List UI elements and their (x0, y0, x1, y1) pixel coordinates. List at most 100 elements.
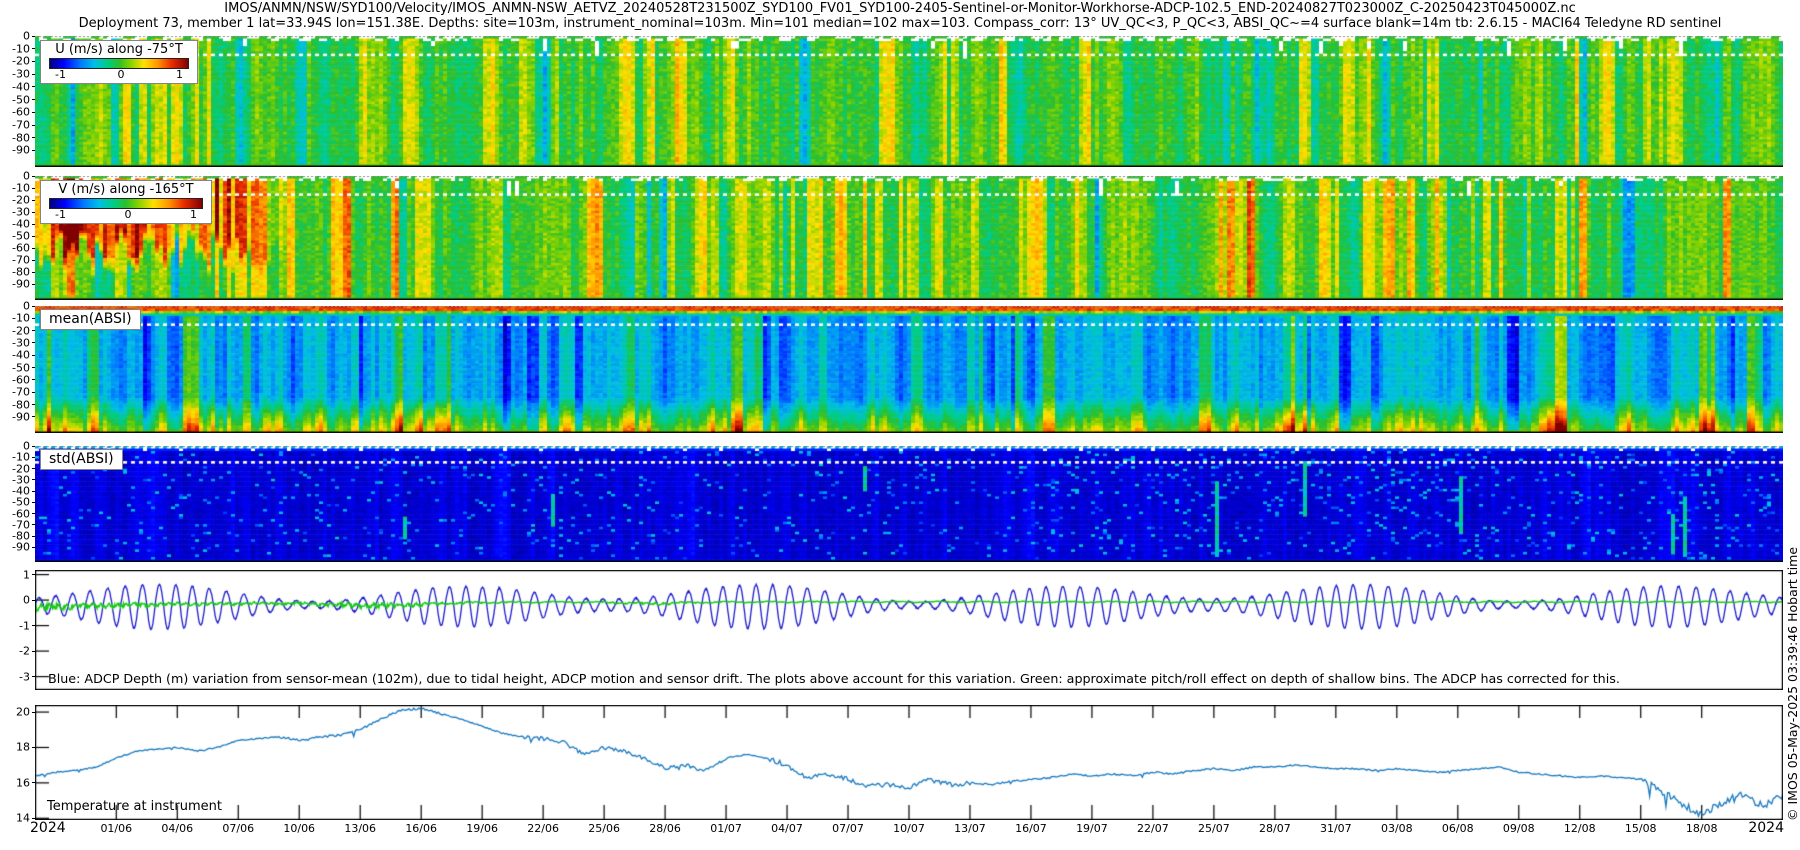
y-tick-mark (32, 259, 35, 261)
label-absi-mean: mean(ABSI) (40, 309, 141, 330)
y-tick-label-depthvar: -3 (19, 670, 30, 684)
y-tick-label-temp: 20 (16, 705, 30, 719)
x-year-label-left: 2024 (30, 820, 66, 836)
y-tick-label-temp: 16 (16, 776, 30, 790)
y-tick-label-depth: -20 (12, 54, 30, 68)
y-tick-label-depth: -60 (12, 241, 30, 255)
x-tick-label-date: 03/08 (1380, 822, 1413, 835)
y-tick-mark (32, 445, 35, 447)
x-tick-label-date: 19/07 (1076, 822, 1108, 835)
y-tick-label-depth: -90 (12, 143, 30, 157)
y-tick-mark (32, 247, 35, 249)
legend-v-velocity: V (m/s) along -165°T -1 0 1 (40, 180, 212, 224)
x-tick-label-date: 01/07 (710, 822, 742, 835)
y-tick-label-depth: -30 (12, 67, 30, 81)
x-tick-label-date: 10/07 (893, 822, 925, 835)
x-tick-label-date: 01/06 (100, 822, 133, 835)
x-tick-label-date: 31/07 (1319, 822, 1352, 835)
y-tick-mark (32, 354, 35, 356)
y-tick-mark (32, 283, 35, 285)
y-tick-mark (32, 73, 35, 75)
y-tick-mark (32, 490, 35, 492)
y-tick-mark (32, 137, 35, 139)
y-tick-label-depth: -90 (12, 277, 30, 291)
temperature-plot (35, 705, 1783, 820)
y-tick-label-depth: -50 (12, 93, 30, 107)
x-tick-label-date: 16/07 (1015, 822, 1047, 835)
y-tick-label-depth: -40 (12, 348, 30, 362)
colorbar-v-ticks: -1 0 1 (41, 209, 211, 221)
y-tick-mark (32, 676, 35, 678)
x-tick-label-date: 16/06 (405, 822, 438, 835)
y-tick-label-depthvar: 0 (23, 593, 30, 607)
y-tick-mark (32, 391, 35, 393)
figure-title-line1: IMOS/ANMN/NSW/SYD100/Velocity/IMOS_ANMN-… (224, 1, 1576, 16)
heatmap-absi-std (35, 446, 1783, 562)
y-tick-label-depthvar: 1 (23, 568, 30, 582)
y-tick-mark (32, 404, 35, 406)
y-tick-label-depth: 0 (23, 299, 30, 313)
x-tick-label-date: 13/06 (344, 822, 377, 835)
y-tick-mark (32, 271, 35, 273)
y-tick-mark (32, 211, 35, 213)
y-tick-mark (32, 99, 35, 101)
colorbar-tick-label: 0 (124, 208, 132, 221)
y-tick-label-depth: -60 (12, 105, 30, 119)
x-tick-label-date: 04/07 (771, 822, 803, 835)
y-tick-label-temp: 18 (16, 740, 30, 754)
y-tick-mark (32, 513, 35, 515)
x-tick-label-date: 19/06 (466, 822, 498, 835)
y-tick-label-depth: -90 (12, 540, 30, 554)
y-tick-label-depth: -70 (12, 385, 30, 399)
x-tick-label-date: 18/08 (1685, 822, 1718, 835)
x-tick-label-date: 15/08 (1624, 822, 1657, 835)
y-tick-label-depth: -10 (12, 311, 30, 325)
copyright-watermark: © IMOS 05-May-2025 03:39:46 Hobart time (1785, 546, 1800, 821)
heatmap-u-velocity (35, 36, 1783, 167)
y-tick-mark (32, 199, 35, 201)
colorbar-tick-label: -1 (55, 68, 66, 81)
y-tick-label-depthvar: -2 (19, 644, 30, 658)
y-tick-mark (32, 501, 35, 503)
x-tick-label-date: 12/08 (1563, 822, 1596, 835)
x-tick-label-date: 28/06 (649, 822, 681, 835)
x-tick-label-date: 06/08 (1441, 822, 1474, 835)
y-tick-label-depth: -40 (12, 80, 30, 94)
x-tick-label-date: 04/06 (161, 822, 194, 835)
y-tick-mark (32, 711, 35, 713)
figure-root: IMOS/ANMN/NSW/SYD100/Velocity/IMOS_ANMN-… (0, 0, 1800, 850)
y-tick-label-depth: -50 (12, 361, 30, 375)
y-tick-label-depth: -70 (12, 118, 30, 132)
y-tick-label-depth: -40 (12, 217, 30, 231)
y-tick-mark (32, 479, 35, 481)
colorbar-tick-label: 1 (190, 208, 197, 221)
y-tick-mark (32, 367, 35, 369)
y-tick-label-depth: -80 (12, 265, 30, 279)
y-tick-mark (32, 317, 35, 319)
y-tick-mark (32, 599, 35, 601)
x-tick-label-date: 09/08 (1502, 822, 1535, 835)
y-tick-label-depth: -30 (12, 336, 30, 350)
y-tick-label-depth: -20 (12, 324, 30, 338)
colorbar-tick-label: 1 (176, 68, 183, 81)
y-tick-mark (32, 48, 35, 50)
y-tick-mark (32, 86, 35, 88)
y-tick-mark (32, 149, 35, 151)
y-tick-mark (32, 187, 35, 189)
x-tick-label-date: 13/07 (954, 822, 986, 835)
y-tick-label-depth: -80 (12, 398, 30, 412)
y-tick-label-depth: -90 (12, 410, 30, 424)
y-tick-mark (32, 782, 35, 784)
y-tick-mark (32, 305, 35, 307)
legend-u-velocity: U (m/s) along -75°T -1 0 1 (40, 40, 198, 84)
heatmap-absi-mean (35, 306, 1783, 433)
y-tick-mark (32, 175, 35, 177)
y-tick-mark (32, 35, 35, 37)
y-tick-mark (32, 111, 35, 113)
x-tick-label-date: 22/07 (1137, 822, 1169, 835)
colorbar-tick-label: -1 (55, 208, 66, 221)
label-absi-std: std(ABSI) (40, 449, 123, 470)
y-tick-label-temp: 14 (16, 811, 30, 825)
y-tick-label-depth: -80 (12, 131, 30, 145)
x-tick-label-date: 07/06 (222, 822, 255, 835)
